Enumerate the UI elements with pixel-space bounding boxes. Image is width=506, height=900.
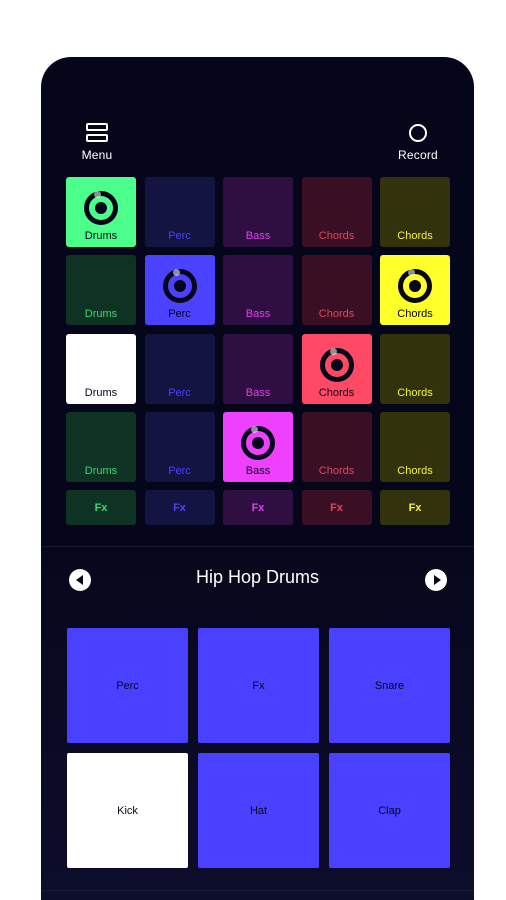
loop-cell-label: Perc	[168, 386, 191, 399]
loop-cell-fx[interactable]: Fx	[380, 490, 450, 526]
pad-label: Snare	[374, 679, 405, 692]
pad-label: Kick	[117, 804, 138, 817]
loop-cell-drums[interactable]: Drums	[66, 333, 136, 404]
loop-cell-bass[interactable]: Bass	[223, 411, 293, 482]
loop-cell-perc[interactable]: Perc	[144, 177, 215, 247]
menu-button[interactable]: Menu	[78, 123, 116, 162]
bottom-divider	[41, 890, 474, 891]
pad-clap[interactable]: Clap	[329, 753, 450, 868]
loop-cell-label: Chords	[318, 230, 355, 242]
loop-cell-perc[interactable]: Perc	[144, 411, 215, 482]
record-label: Record	[398, 148, 438, 162]
loop-cell-label: Drums	[84, 386, 118, 399]
loop-cell-bass[interactable]: Bass	[223, 255, 293, 326]
loop-cell-label: Bass	[245, 464, 271, 477]
kit-selector: Hip Hop Drums	[41, 547, 474, 611]
menu-icon	[86, 123, 108, 143]
kit-title: Hip Hop Drums	[195, 567, 320, 587]
loop-cell-label: Fx	[408, 501, 422, 514]
loop-cell-label: Bass	[245, 386, 271, 399]
loop-cell-label: Chords	[397, 386, 433, 399]
playing-indicator-icon	[162, 269, 197, 304]
loop-cell-bass[interactable]: Bass	[223, 333, 293, 404]
loop-cell-fx[interactable]: Fx	[66, 490, 136, 526]
next-kit-button[interactable]	[425, 569, 447, 591]
pad-hat[interactable]: Hat	[198, 753, 319, 868]
arrow-right-icon	[433, 575, 441, 585]
loop-cell-label: Chords	[318, 308, 355, 321]
loop-cell-fx[interactable]: Fx	[144, 490, 215, 526]
loop-cell-chords[interactable]: Chords	[380, 411, 450, 482]
loop-cell-label: Chords	[397, 230, 433, 242]
loop-cell-chords[interactable]: Chords	[301, 177, 372, 247]
pad-snare[interactable]: Snare	[329, 628, 450, 743]
loop-cell-label: Bass	[245, 230, 271, 242]
loop-cell-label: Perc	[168, 308, 191, 321]
pad-label: Perc	[116, 679, 139, 692]
app-screen: Menu Record Drums Perc Bass Chords Chords Dru…	[41, 57, 474, 900]
record-icon	[409, 124, 427, 142]
loop-cell-fx[interactable]: Fx	[223, 490, 293, 526]
pad-label: Hat	[249, 804, 268, 817]
loop-cell-drums[interactable]: Drums	[66, 255, 136, 326]
loop-cell-label: Chords	[397, 464, 433, 477]
playing-indicator-icon	[319, 347, 354, 382]
loop-cell-chords[interactable]: Chords	[301, 333, 372, 404]
loop-cell-label: Bass	[245, 308, 271, 321]
loop-cell-label: Drums	[84, 464, 118, 477]
loop-cell-label: Fx	[330, 501, 343, 514]
loop-cell-label: Perc	[168, 464, 191, 477]
drum-kit-panel: Hip Hop Drums Perc Fx Snare Kick Hat Clap	[41, 547, 474, 900]
loop-cell-label: Perc	[168, 230, 191, 242]
loop-cell-label: Chords	[397, 308, 433, 321]
loop-cell-perc[interactable]: Perc	[144, 255, 215, 326]
loop-cell-label: Drums	[84, 308, 118, 321]
loop-cell-label: Chords	[318, 464, 355, 477]
menu-label: Menu	[81, 148, 113, 162]
loop-cell-bass[interactable]: Bass	[223, 177, 293, 247]
loop-cell-drums[interactable]: Drums	[66, 177, 136, 247]
loop-cell-drums[interactable]: Drums	[66, 411, 136, 482]
loop-cell-label: Fx	[94, 501, 108, 514]
loop-cell-chords[interactable]: Chords	[301, 411, 372, 482]
loop-cell-label: Fx	[251, 501, 265, 514]
record-button[interactable]: Record	[395, 123, 441, 162]
top-bar: Menu Record	[41, 57, 474, 177]
loop-cell-label: Fx	[173, 501, 186, 514]
loop-cell-fx[interactable]: Fx	[301, 490, 372, 526]
pad-perc[interactable]: Perc	[67, 628, 188, 743]
pad-kick[interactable]: Kick	[67, 753, 188, 868]
pad-fx[interactable]: Fx	[198, 628, 319, 743]
loop-cell-chords[interactable]: Chords	[301, 255, 372, 326]
loop-cell-perc[interactable]: Perc	[144, 333, 215, 404]
playing-indicator-icon	[398, 269, 432, 304]
pad-label: Fx	[252, 679, 265, 692]
loop-cell-label: Drums	[84, 230, 118, 242]
loop-cell-chords[interactable]: Chords	[380, 177, 450, 247]
playing-indicator-icon	[241, 425, 275, 460]
playing-indicator-icon	[84, 191, 118, 225]
loop-cell-label: Chords	[318, 386, 355, 399]
loop-cell-chords[interactable]: Chords	[380, 255, 450, 326]
pad-label: Clap	[378, 804, 401, 817]
loop-cell-chords[interactable]: Chords	[380, 333, 450, 404]
